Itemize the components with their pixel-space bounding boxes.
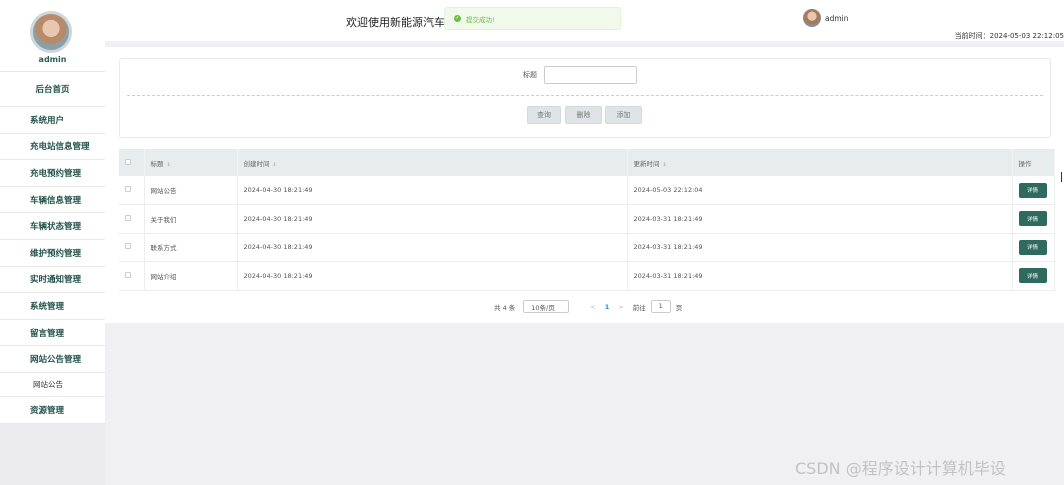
row-checkbox[interactable]: [125, 271, 131, 278]
detail-button[interactable]: 详情: [1018, 211, 1047, 227]
select-all-cell: [119, 149, 145, 176]
cell-title: 网站介绍: [144, 261, 238, 291]
title-search-input[interactable]: [544, 66, 637, 84]
avatar[interactable]: [30, 11, 72, 53]
cell-created: 2024-04-30 18:21:49: [237, 204, 628, 234]
table-row: 网站公告 2024-04-30 18:21:49 2024-05-03 22:1…: [119, 176, 1055, 205]
page-title: 欢迎使用新能源汽车服: [346, 16, 456, 29]
cell-title: 联系方式: [144, 233, 238, 262]
prev-page-icon[interactable]: <: [590, 303, 595, 311]
pagination-total: 共 4 条: [494, 303, 516, 312]
query-button[interactable]: 查询: [527, 106, 561, 124]
page-size-select[interactable]: 10条/页: [523, 300, 570, 313]
cell-updated: 2024-03-31 18:21:49: [627, 204, 1013, 234]
cell-updated: 2024-05-03 22:12:04: [627, 176, 1013, 205]
add-button[interactable]: 添加: [605, 106, 642, 124]
sidebar-item-stations[interactable]: 充电站信息管理: [0, 133, 105, 161]
page-number-current[interactable]: 1: [605, 303, 610, 311]
detail-button[interactable]: 详情: [1018, 182, 1047, 198]
table-row: 关于我们 2024-04-30 18:21:49 2024-03-31 18:2…: [119, 204, 1055, 234]
sidebar-item-vehicle-status[interactable]: 车辆状态管理: [0, 213, 105, 240]
row-checkbox[interactable]: [125, 186, 131, 192]
cell-title: 网站公告: [144, 176, 238, 205]
row-checkbox[interactable]: [125, 243, 131, 250]
header: 欢迎使用新能源汽车服 ✓ 提交成功! admin 当前时间：2024-05-03…: [105, 0, 1064, 44]
sidebar-item-resources[interactable]: 资源管理: [0, 396, 105, 424]
goto-page-input[interactable]: 1: [650, 300, 671, 313]
current-time: 当前时间：2024-05-03 22:12:05: [954, 32, 1064, 40]
check-circle-icon: ✓: [454, 15, 461, 22]
pagination: 共 4 条 10条/页 < 1 > 前往 1 页: [494, 300, 682, 313]
sidebar-item-messages[interactable]: 留言管理: [0, 319, 105, 347]
goto-label: 前往: [632, 303, 646, 312]
toast-message: 提交成功!: [466, 15, 495, 24]
cell-created: 2024-04-30 18:21:49: [237, 176, 628, 205]
table-row: 联系方式 2024-04-30 18:21:49 2024-03-31 18:2…: [119, 233, 1055, 262]
sidebar-item-notifications[interactable]: 实时通知管理: [0, 266, 105, 294]
sidebar-item-users[interactable]: 系统用户: [0, 107, 105, 134]
sort-icon[interactable]: ⇕: [663, 162, 667, 168]
search-label: 标题: [523, 71, 537, 79]
divider: [127, 95, 1043, 96]
success-toast: ✓ 提交成功!: [444, 7, 621, 30]
data-table: 标题 ⇕ 创建时间 ⇕ 更新时间 ⇕ 操作 网站公告 2024-04-30 18:21…: [119, 149, 1055, 291]
detail-button[interactable]: 详情: [1018, 239, 1047, 255]
profile: admin: [0, 0, 105, 72]
select-all-checkbox[interactable]: [125, 158, 131, 165]
table-header-row: 标题 ⇕ 创建时间 ⇕ 更新时间 ⇕ 操作: [119, 149, 1055, 176]
profile-username: admin: [38, 55, 67, 64]
cell-updated: 2024-03-31 18:21:49: [627, 261, 1013, 291]
column-header-title[interactable]: 标题 ⇕: [144, 149, 238, 176]
search-form: 标题 查询 删除 添加: [119, 58, 1051, 138]
cell-title: 关于我们: [144, 204, 238, 234]
sidebar-subitem-announcement[interactable]: 网站公告: [0, 372, 105, 397]
cell-created: 2024-04-30 18:21:49: [237, 261, 628, 291]
sort-icon[interactable]: ⇕: [273, 162, 277, 168]
detail-button[interactable]: 详情: [1018, 268, 1047, 284]
row-checkbox[interactable]: [125, 214, 131, 221]
sidebar-item-maintenance[interactable]: 维护预约管理: [0, 239, 105, 267]
header-username[interactable]: admin: [825, 14, 849, 23]
next-page-icon[interactable]: >: [618, 303, 623, 311]
header-avatar[interactable]: [803, 9, 821, 27]
sort-icon[interactable]: ⇕: [167, 162, 171, 168]
sidebar-item-system[interactable]: 系统管理: [0, 293, 105, 320]
table-row: 网站介绍 2024-04-30 18:21:49 2024-03-31 18:2…: [119, 261, 1055, 291]
cell-updated: 2024-03-31 18:21:49: [627, 233, 1013, 262]
column-header-ops: 操作: [1012, 149, 1055, 176]
sidebar-item-home[interactable]: 后台首页: [0, 72, 105, 107]
sidebar-item-charge-booking[interactable]: 充电预约管理: [0, 160, 105, 187]
sidebar-item-announcements[interactable]: 网站公告管理: [0, 346, 105, 373]
delete-button[interactable]: 删除: [565, 106, 602, 124]
sidebar: admin 后台首页 系统用户 充电站信息管理 充电预约管理 车辆信息管理 车辆…: [0, 0, 105, 485]
sidebar-item-vehicles[interactable]: 车辆信息管理: [0, 186, 105, 214]
column-header-updated[interactable]: 更新时间 ⇕: [627, 149, 1013, 176]
main-panel: 标题 查询 删除 添加 标题 ⇕ 创建时间 ⇕ 更新时间 ⇕ 操作 网站公告 2…: [105, 47, 1064, 323]
watermark: CSDN @程序设计计算机毕设: [795, 459, 1006, 478]
page-unit-label: 页: [675, 303, 683, 312]
column-header-created[interactable]: 创建时间 ⇕: [237, 149, 628, 176]
cell-created: 2024-04-30 18:21:49: [237, 233, 628, 262]
